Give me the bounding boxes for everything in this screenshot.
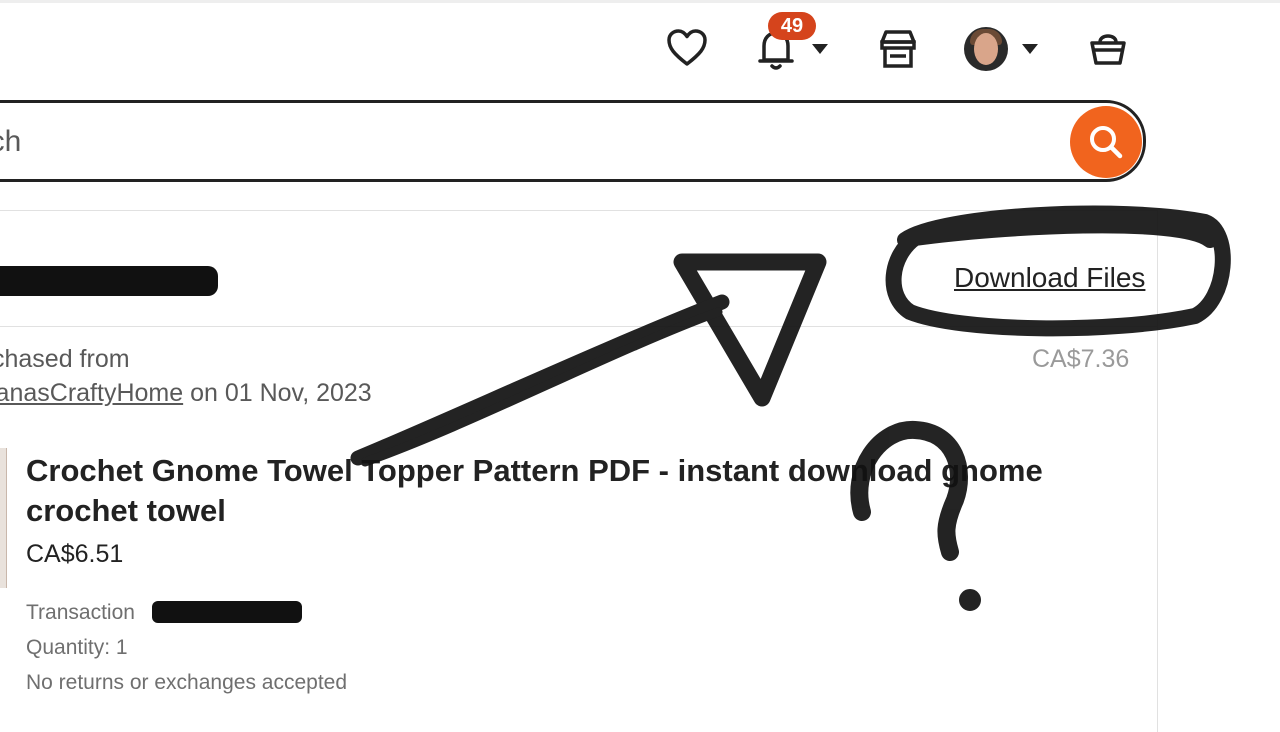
favorites-heart-icon[interactable] — [666, 28, 708, 68]
redacted-transaction-id — [152, 601, 302, 623]
shop-name-link[interactable]: lanasCraftyHome — [0, 379, 183, 407]
item-price: CA$6.51 — [26, 540, 124, 568]
avatar-face — [974, 33, 998, 65]
purchase-date: on 01 Nov, 2023 — [183, 379, 372, 407]
order-total: CA$7.36 — [1032, 345, 1130, 373]
item-title[interactable]: Crochet Gnome Towel Topper Pattern PDF -… — [26, 451, 1136, 531]
redacted-order-number — [0, 266, 218, 296]
search-bar — [0, 100, 1146, 182]
purchased-from-label: chased from — [0, 345, 130, 373]
shop-line: lanasCraftyHome on 01 Nov, 2023 — [0, 379, 372, 408]
transaction-label: Transaction — [26, 601, 135, 624]
account-chevron-down-icon[interactable] — [1022, 44, 1038, 54]
cart-basket-icon[interactable] — [1088, 28, 1128, 68]
search-icon — [1090, 126, 1123, 159]
search-input[interactable] — [0, 103, 1025, 181]
shop-manager-store-icon[interactable] — [878, 28, 918, 70]
item-thumbnail[interactable] — [0, 448, 7, 588]
search-button[interactable] — [1070, 106, 1142, 178]
notifications-chevron-down-icon[interactable] — [812, 44, 828, 54]
top-border — [0, 0, 1280, 3]
return-policy: No returns or exchanges accepted — [26, 671, 348, 694]
notification-count-badge: 49 — [768, 12, 816, 40]
download-files-link[interactable]: Download Files — [954, 262, 1145, 294]
user-avatar[interactable] — [964, 27, 1008, 71]
item-quantity: Quantity: 1 — [26, 636, 128, 659]
